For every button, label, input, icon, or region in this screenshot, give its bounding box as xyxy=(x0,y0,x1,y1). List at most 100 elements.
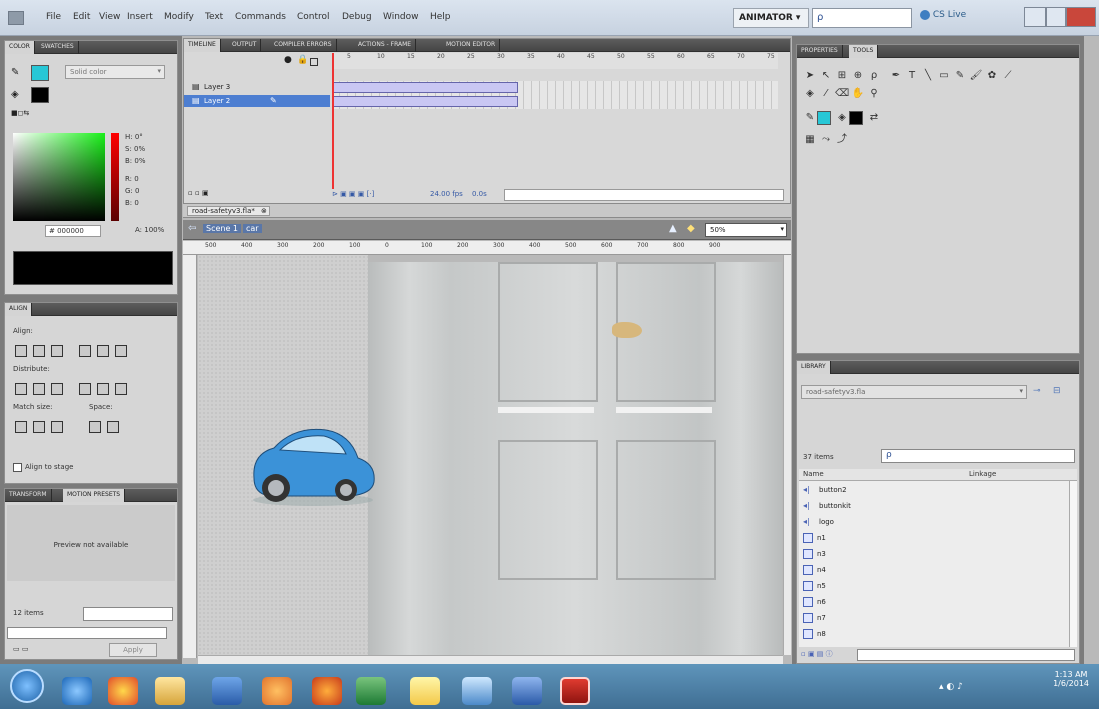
tab-motion-presets[interactable]: MOTION PRESETS xyxy=(63,489,126,502)
library-list[interactable]: ◂| button2 ◂| buttonkit ◂| logo n1 n3 n4 n5… xyxy=(799,481,1069,647)
tab-transform[interactable]: TRANSFORM xyxy=(5,489,52,502)
space-vertical-icon[interactable] xyxy=(89,421,101,433)
flash-taskbar-icon[interactable] xyxy=(560,677,590,705)
library-hscrollbar[interactable] xyxy=(857,649,1075,661)
maximize-button[interactable] xyxy=(1046,7,1066,27)
hue-slider[interactable] xyxy=(111,133,119,221)
distribute-hcenter-icon[interactable] xyxy=(97,383,109,395)
library-item[interactable]: n7 xyxy=(803,609,1063,625)
zoom-select[interactable]: 50% ▾ xyxy=(705,223,787,237)
start-button[interactable] xyxy=(10,669,44,703)
tab-color[interactable]: COLOR xyxy=(5,41,35,54)
name-column-header[interactable]: Name xyxy=(803,470,824,478)
firefox-taskbar-icon[interactable] xyxy=(312,677,342,705)
tab-tools[interactable]: TOOLS xyxy=(849,45,879,58)
match-height-icon[interactable] xyxy=(33,421,45,433)
new-layer-icon[interactable]: ▫ ▫ ▣ xyxy=(188,189,209,197)
edit-symbols-icon[interactable]: ◆ xyxy=(687,223,695,234)
selection-tool-icon[interactable]: ➤ xyxy=(803,69,817,83)
stage-vscrollbar[interactable] xyxy=(783,255,791,655)
menu-debug[interactable]: Debug xyxy=(342,12,372,22)
menu-view[interactable]: View xyxy=(99,12,120,22)
alpha-value[interactable]: A: 100% xyxy=(135,226,164,234)
align-to-stage-checkbox[interactable] xyxy=(13,463,22,472)
3d-rotation-tool-icon[interactable]: ⊕ xyxy=(851,69,865,83)
menu-file[interactable]: File xyxy=(46,12,61,22)
library-item[interactable]: n1 xyxy=(803,529,1063,545)
ie-taskbar-icon[interactable] xyxy=(62,677,92,705)
timeline-hscrollbar[interactable] xyxy=(504,189,784,201)
hex-field[interactable]: # 000000 xyxy=(45,225,101,237)
tray-icons[interactable]: ▴ ◐ ♪ xyxy=(939,682,979,694)
tab-compiler-errors[interactable]: COMPILER ERRORS xyxy=(270,39,337,52)
brightness-value[interactable]: B: 0% xyxy=(125,157,146,165)
new-library-panel-icon[interactable]: ⊟ xyxy=(1053,386,1061,396)
stage-road-background[interactable] xyxy=(368,262,782,655)
library-item[interactable]: n5 xyxy=(803,577,1063,593)
show-hide-eye-icon[interactable]: ● xyxy=(284,55,292,65)
library-item[interactable]: n8 xyxy=(803,625,1063,641)
edit-scene-icon[interactable]: ▲ xyxy=(669,223,677,234)
minimize-button[interactable] xyxy=(1024,7,1046,27)
pencil-tool-icon[interactable]: ✎ xyxy=(953,69,967,83)
presets-folder-icon[interactable]: ▭ ▭ xyxy=(13,645,28,653)
library-item[interactable]: ◂| buttonkit xyxy=(803,497,1063,513)
paint-bucket-tool-icon[interactable]: ◈ xyxy=(803,87,817,101)
distribute-top-icon[interactable] xyxy=(15,383,27,395)
stroke-color-swatch[interactable] xyxy=(31,65,49,81)
stage-hscrollbar[interactable] xyxy=(198,655,783,664)
align-center-icon[interactable] xyxy=(33,345,45,357)
library-item[interactable]: n6 xyxy=(803,593,1063,609)
text-tool-icon[interactable]: T xyxy=(905,69,919,83)
match-width-icon[interactable] xyxy=(15,421,27,433)
red-value[interactable]: R: 0 xyxy=(125,175,139,183)
rectangle-tool-icon[interactable]: ▭ xyxy=(937,69,951,83)
menu-insert[interactable]: Insert xyxy=(127,12,153,22)
layer-row-2[interactable]: ▤ Layer 2 ✎ xyxy=(184,95,330,107)
outline-icon[interactable] xyxy=(310,58,318,66)
align-bottom-icon[interactable] xyxy=(115,345,127,357)
saturation-value[interactable]: S: 0% xyxy=(125,145,145,153)
symbol-breadcrumb[interactable]: car xyxy=(243,224,262,233)
fill-type-select[interactable]: Solid color ▾ xyxy=(65,65,165,79)
smooth-icon[interactable]: ⤳ xyxy=(819,133,833,147)
eyedropper-tool-icon[interactable]: ⁄ xyxy=(819,87,833,101)
tween-span[interactable] xyxy=(332,96,518,107)
pin-library-icon[interactable]: ⊸ xyxy=(1033,386,1041,396)
green-value[interactable]: G: 0 xyxy=(125,187,139,195)
hue-value[interactable]: H: 0° xyxy=(125,133,143,141)
blue-value[interactable]: B: 0 xyxy=(125,199,139,207)
car-symbol[interactable] xyxy=(246,420,380,506)
subselection-tool-icon[interactable]: ↖ xyxy=(819,69,833,83)
back-arrow-icon[interactable]: ⇦ xyxy=(188,223,196,234)
flash-app-icon[interactable] xyxy=(8,11,24,25)
distribute-left-icon[interactable] xyxy=(79,383,91,395)
zoom-tool-icon[interactable]: ⚲ xyxy=(867,87,881,101)
explorer-taskbar-icon[interactable] xyxy=(155,677,185,705)
lasso-tool-icon[interactable]: ρ xyxy=(867,69,881,83)
distribute-bottom-icon[interactable] xyxy=(51,383,63,395)
tween-span[interactable] xyxy=(332,82,518,93)
deco-tool-icon[interactable]: ✿ xyxy=(985,69,999,83)
tab-motion-editor[interactable]: MOTION EDITOR xyxy=(442,39,501,52)
library-footer-icons[interactable]: ▫ ▣ ▤ ⓘ xyxy=(801,649,833,659)
tab-output[interactable]: OUTPUT xyxy=(228,39,262,52)
word-taskbar-icon[interactable] xyxy=(512,677,542,705)
menu-text[interactable]: Text xyxy=(205,12,223,22)
tab-swatches[interactable]: SWATCHES xyxy=(37,41,79,54)
library-item[interactable]: ◂| logo xyxy=(803,513,1063,529)
library-item[interactable]: n4 xyxy=(803,561,1063,577)
tab-properties[interactable]: PROPERTIES xyxy=(797,45,843,58)
snap-icon[interactable]: ▦ xyxy=(803,133,817,147)
align-middle-icon[interactable] xyxy=(97,345,109,357)
line-tool-icon[interactable]: ╲ xyxy=(921,69,935,83)
clock[interactable]: 1:13 AM 1/6/2014 xyxy=(1053,670,1089,688)
menu-commands[interactable]: Commands xyxy=(235,12,286,22)
playhead[interactable] xyxy=(332,53,334,189)
tools-stroke-swatch[interactable] xyxy=(817,111,831,125)
menu-help[interactable]: Help xyxy=(430,12,451,22)
fill-color-swatch[interactable] xyxy=(31,87,49,103)
presets-list-scrollbar[interactable] xyxy=(7,627,167,639)
menu-window[interactable]: Window xyxy=(383,12,419,22)
brush-tool-icon[interactable]: 🖌 xyxy=(969,69,983,83)
